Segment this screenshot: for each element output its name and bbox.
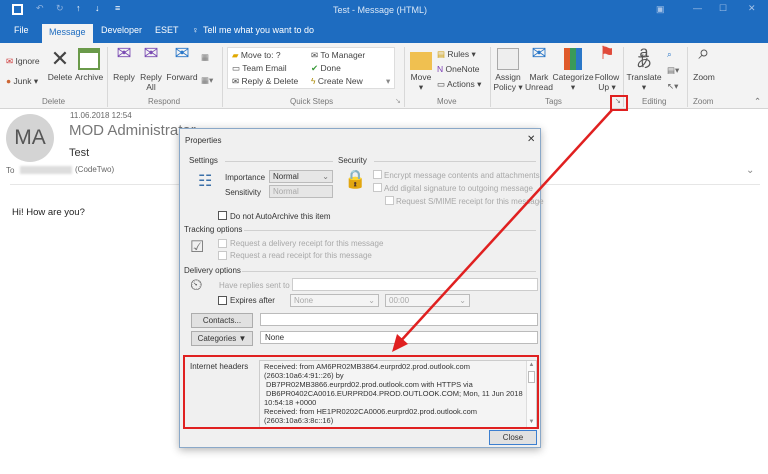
annotation-arrow xyxy=(392,109,613,352)
